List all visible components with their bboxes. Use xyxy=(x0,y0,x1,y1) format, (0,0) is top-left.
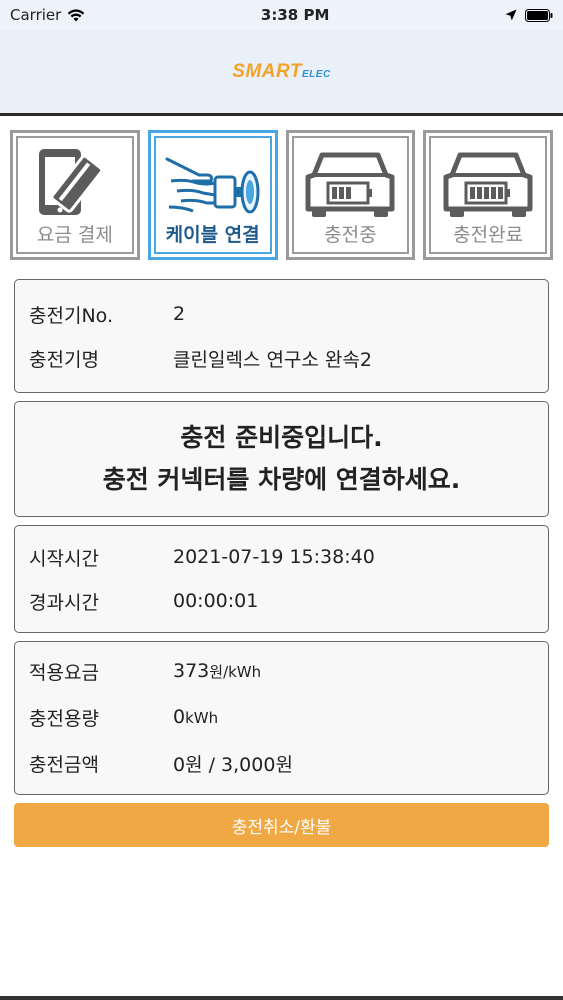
wifi-icon xyxy=(68,8,85,21)
rate-row: 적용요금 373원/kWh xyxy=(29,648,534,694)
status-left: Carrier xyxy=(10,6,85,24)
car-battery-charging-icon xyxy=(300,146,400,220)
step-cable-connect: 케이블 연결 xyxy=(147,130,278,260)
car-battery-full-icon xyxy=(438,146,538,220)
start-time-row: 시작시간 2021-07-19 15:38:40 xyxy=(29,535,534,579)
charger-name-value: 클린일렉스 연구소 완속2 xyxy=(173,348,372,371)
step-label-charge-complete: 충전완료 xyxy=(453,224,524,246)
capacity-value: 0 xyxy=(173,706,186,728)
elapsed-time-value: 00:00:01 xyxy=(173,590,259,612)
step-label-payment: 요금 결제 xyxy=(36,224,113,246)
rate-value-wrap: 373원/kWh xyxy=(173,660,261,682)
rate-label: 적용요금 xyxy=(29,661,99,684)
amount-value: 0원 / 3,000원 xyxy=(173,753,293,776)
step-label-cable-connect: 케이블 연결 xyxy=(165,224,260,246)
rate-value: 373 xyxy=(173,660,210,682)
charger-no-label: 충전기No. xyxy=(29,304,113,327)
charger-no-value: 2 xyxy=(173,303,186,325)
charger-no-row: 충전기No. 2 xyxy=(29,292,534,336)
capacity-row: 충전용량 0kWh xyxy=(29,694,534,740)
step-payment: 요금 결제 xyxy=(10,130,140,260)
payment-card-icon xyxy=(25,146,125,220)
capacity-value-wrap: 0kWh xyxy=(173,706,218,728)
amount-row: 충전금액 0원 / 3,000원 xyxy=(29,740,534,786)
status-message-line1: 충전 준비중입니다. xyxy=(180,423,383,452)
logo-main-text: SMART xyxy=(232,60,303,82)
charger-name-row: 충전기명 클린일렉스 연구소 완속2 xyxy=(29,336,534,380)
elapsed-time-row: 경과시간 00:00:01 xyxy=(29,579,534,623)
cable-plug-icon xyxy=(163,146,263,220)
capacity-label: 충전용량 xyxy=(29,707,99,730)
logo-sub-text: ELEC xyxy=(302,68,331,80)
fee-info-card: 적용요금 373원/kWh 충전용량 0kWh 충전금액 0원 / 3,000원 xyxy=(14,641,549,795)
status-right xyxy=(505,8,553,22)
step-charging: 충전중 xyxy=(285,130,416,260)
start-time-value: 2021-07-19 15:38:40 xyxy=(173,546,375,568)
status-message-line2: 충전 커넥터를 차량에 연결하세요. xyxy=(102,465,461,494)
capacity-unit: kWh xyxy=(185,709,219,727)
status-time: 3:38 PM xyxy=(260,6,330,24)
carrier-label: Carrier xyxy=(10,6,62,24)
charger-info-card: 충전기No. 2 충전기명 클린일렉스 연구소 완속2 xyxy=(14,279,549,393)
bottom-bar xyxy=(0,996,563,1000)
charging-steps: 요금 결제 케이블 연결 충전중 충전완료 xyxy=(0,116,563,260)
cancel-refund-button[interactable]: 충전취소/환불 xyxy=(14,803,549,847)
smartelec-logo: SMARTELEC xyxy=(232,61,330,83)
status-message-card: 충전 준비중입니다. 충전 커넥터를 차량에 연결하세요. xyxy=(14,401,549,517)
app-header: SMARTELEC xyxy=(0,30,563,116)
amount-label: 충전금액 xyxy=(29,753,99,776)
rate-unit: 원/kWh xyxy=(209,663,262,681)
elapsed-time-label: 경과시간 xyxy=(29,591,99,614)
battery-icon xyxy=(524,8,553,22)
charger-name-label: 충전기명 xyxy=(29,348,99,371)
time-info-card: 시작시간 2021-07-19 15:38:40 경과시간 00:00:01 xyxy=(14,525,549,633)
step-charge-complete: 충전완료 xyxy=(423,130,553,260)
status-bar: Carrier 3:38 PM xyxy=(0,0,563,30)
start-time-label: 시작시간 xyxy=(29,547,99,570)
location-arrow-icon xyxy=(505,9,517,21)
step-label-charging: 충전중 xyxy=(324,224,377,246)
